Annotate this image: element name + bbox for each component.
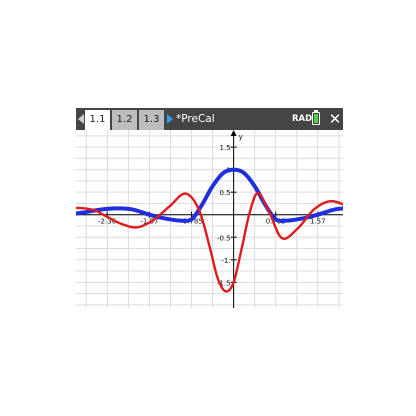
tab-1-3[interactable]: 1.3 xyxy=(139,110,164,130)
y-axis-label: y xyxy=(239,133,243,141)
y-tick-label: -0.5 xyxy=(217,234,231,242)
y-tick-label: 0.5 xyxy=(219,189,230,197)
title-bar: 1.1 1.2 1.3 *PreCal RAD ✕ xyxy=(76,108,343,130)
calculator-screen: 1.1 1.2 1.3 *PreCal RAD ✕ y -2.36 -1.57 -0… xyxy=(76,108,343,308)
battery-level xyxy=(314,114,318,123)
angle-mode-indicator: RAD xyxy=(292,114,313,124)
document-title: *PreCal xyxy=(176,113,215,125)
function-curves[interactable] xyxy=(76,167,343,293)
y-tick-label: -1. xyxy=(221,257,230,265)
graph-area[interactable]: y -2.36-1.57-0.7850.7851.572.36 1.510.5-… xyxy=(76,130,343,308)
close-icon[interactable]: ✕ xyxy=(327,110,343,128)
y-tick-label: 1.5 xyxy=(219,144,230,152)
tab-1-1[interactable]: 1.1 xyxy=(85,110,110,130)
right-arrow-icon[interactable] xyxy=(167,114,173,124)
left-arrow-icon[interactable] xyxy=(78,114,84,124)
y-tick-labels: 1.510.5-0.5-1.-1.5 xyxy=(217,144,231,287)
y-axis-arrow-icon xyxy=(230,130,237,136)
blue-curve[interactable] xyxy=(76,167,343,223)
x-tick-label: 1.57 xyxy=(310,218,326,226)
battery-icon xyxy=(312,112,320,125)
tab-1-2[interactable]: 1.2 xyxy=(112,110,137,130)
